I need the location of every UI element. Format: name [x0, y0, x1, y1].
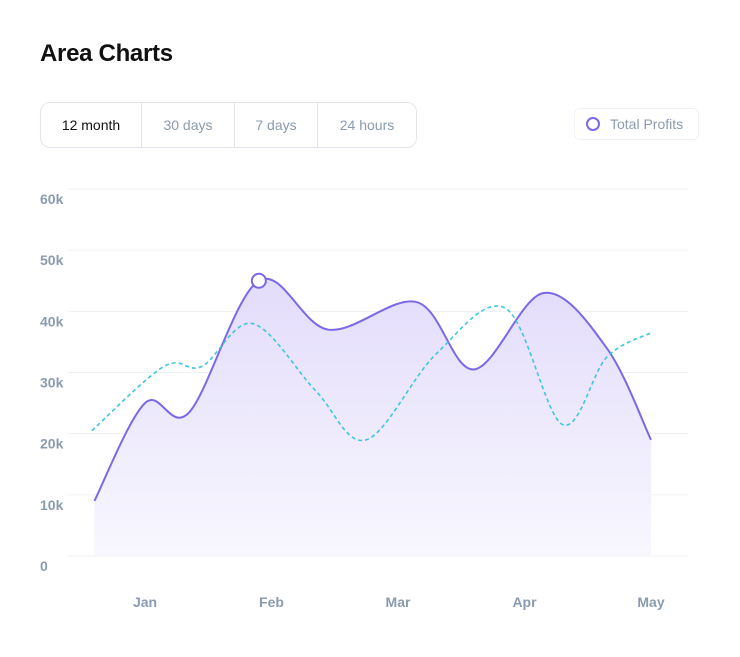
y-tick-label: 20k — [40, 436, 64, 452]
y-tick-label: 10k — [40, 497, 64, 513]
y-tick-label: 30k — [40, 375, 64, 391]
x-tick-label: Jan — [133, 594, 157, 610]
area-chart: 0 10k 20k 30k 40k 50k 60k Jan Feb Mar Apr May — [40, 188, 688, 610]
x-tick-label: Mar — [386, 594, 411, 610]
y-tick-label: 0 — [40, 558, 48, 574]
x-tick-label: Apr — [512, 594, 537, 610]
y-tick-label: 40k — [40, 313, 64, 329]
y-tick-label: 60k — [40, 191, 64, 207]
x-tick-label: May — [637, 594, 664, 610]
highlight-point[interactable] — [250, 272, 267, 289]
y-tick-label: 50k — [40, 252, 64, 268]
x-tick-label: Feb — [259, 594, 284, 610]
